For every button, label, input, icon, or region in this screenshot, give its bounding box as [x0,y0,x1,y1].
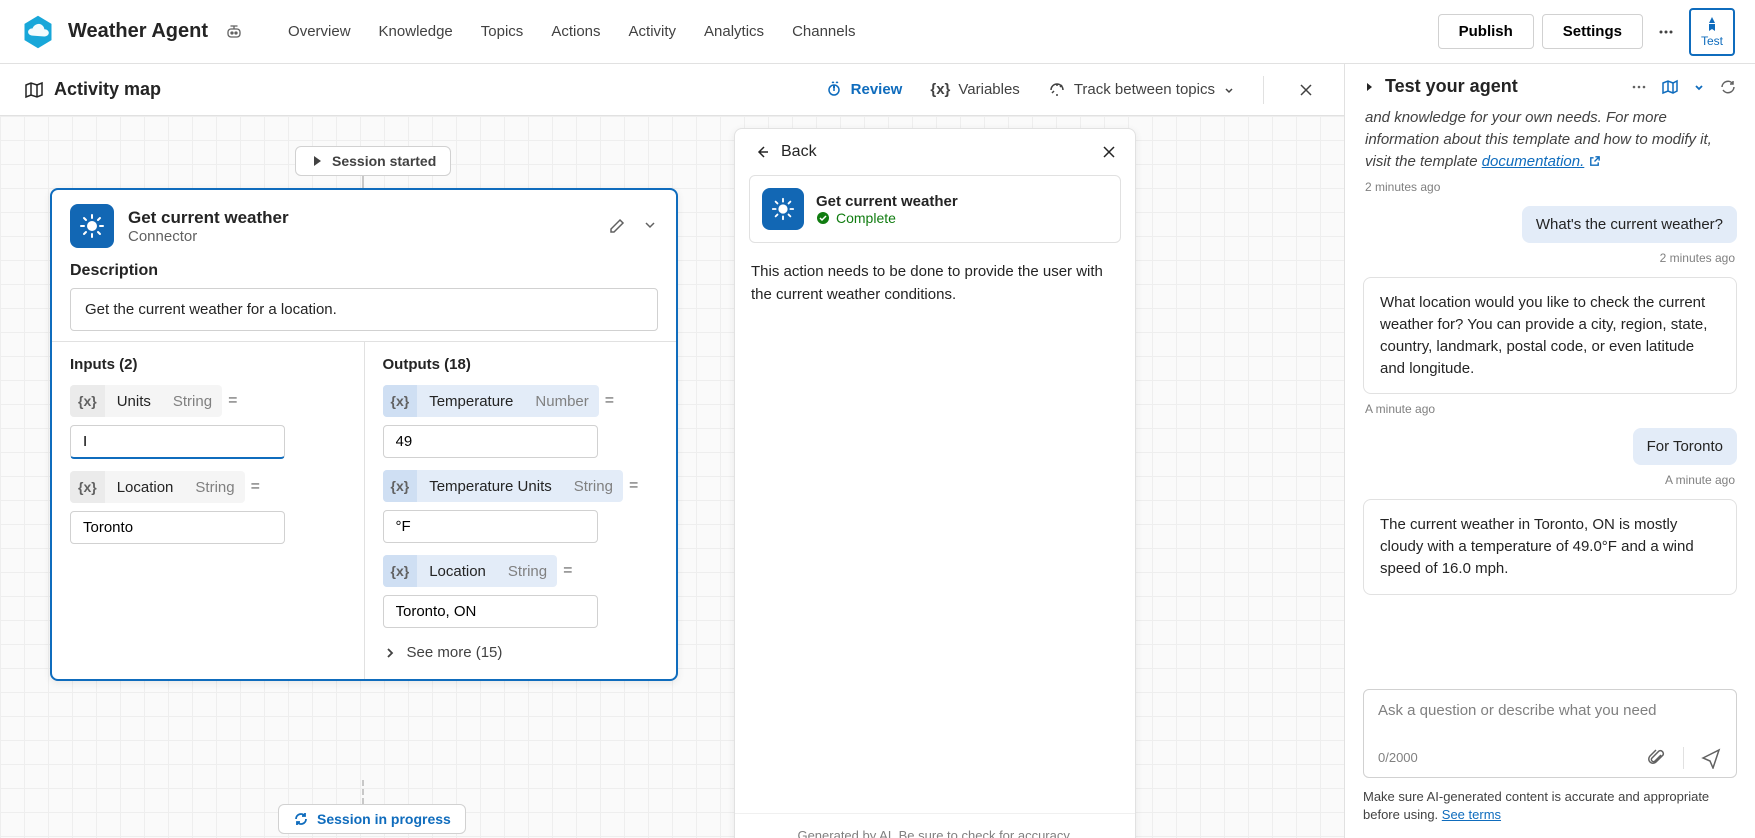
output-value-location[interactable] [383,595,598,628]
description-label: Description [70,262,658,280]
canvas-toolbar: Activity map Review {x} Variables Track … [0,64,1344,116]
test-button[interactable]: Test [1689,8,1735,56]
publish-button[interactable]: Publish [1438,14,1534,49]
attach-icon[interactable] [1647,748,1667,768]
bot-message: What location would you like to check th… [1363,277,1737,394]
refresh-icon [293,811,309,827]
nav-tab-knowledge[interactable]: Knowledge [379,19,453,44]
detail-panel: Back Get current weather Complete [734,128,1136,838]
input-var-location[interactable]: {x} Location String [70,471,245,503]
refresh-icon[interactable] [1719,78,1737,96]
input-value-location[interactable] [70,511,285,544]
review-button[interactable]: Review [825,81,903,99]
canvas-area: Activity map Review {x} Variables Track … [0,64,1345,838]
node-header: Get current weather Connector [52,190,676,262]
inputs-label: Inputs (2) [70,356,346,373]
chat-body[interactable]: and knowledge for your own needs. For mo… [1345,107,1755,675]
disclaimer: Make sure AI-generated content is accura… [1345,788,1755,838]
ai-disclaimer: Generated by AI. Be sure to check for ac… [735,813,1135,838]
detail-status: Complete [816,210,958,226]
outputs-column: Outputs (18) {x} Temperature Number = [365,342,677,679]
outputs-label: Outputs (18) [383,356,659,373]
edit-icon[interactable] [608,217,626,235]
user-message: For Toronto [1633,428,1737,465]
external-link-icon [1588,155,1601,168]
test-button-label: Test [1701,34,1723,48]
session-progress-pill: Session in progress [278,804,466,834]
see-more-button[interactable]: See more (15) [383,640,659,665]
documentation-link[interactable]: documentation. [1482,153,1585,170]
nav-tabs: Overview Knowledge Topics Actions Activi… [288,19,855,44]
more-button[interactable] [1651,17,1681,47]
input-value-units[interactable] [70,425,285,459]
close-detail-button[interactable] [1101,144,1117,160]
nav-tab-overview[interactable]: Overview [288,19,351,44]
activity-map-title: Activity map [24,79,161,100]
detail-card: Get current weather Complete [749,175,1121,243]
node-title: Get current weather [128,208,289,228]
output-value-temperature[interactable] [383,425,598,458]
bot-intro: and knowledge for your own needs. For mo… [1363,107,1737,172]
chevron-down-icon[interactable] [642,217,658,235]
weather-icon [70,204,114,248]
bot-icon[interactable] [224,22,244,42]
see-terms-link[interactable]: See terms [1442,807,1501,822]
settings-button[interactable]: Settings [1542,14,1643,49]
detail-title: Get current weather [816,193,958,210]
output-var-temp-units[interactable]: {x} Temperature Units String [383,470,623,502]
composer-input[interactable] [1378,702,1722,726]
nav-tab-actions[interactable]: Actions [551,19,600,44]
nav-tab-analytics[interactable]: Analytics [704,19,764,44]
output-var-temperature[interactable]: {x} Temperature Number [383,385,599,417]
caret-right-icon[interactable] [1363,81,1375,93]
top-bar: Weather Agent Overview Knowledge Topics … [0,0,1755,64]
send-icon[interactable] [1700,747,1722,769]
app-title: Weather Agent [68,20,208,43]
variables-button[interactable]: {x} Variables [930,81,1019,98]
play-icon [310,154,324,168]
check-circle-icon [816,211,830,225]
output-value-temp-units[interactable] [383,510,598,543]
app-logo [20,14,56,50]
bot-message: The current weather in Toronto, ON is mo… [1363,499,1737,594]
chevron-down-icon[interactable] [1693,81,1705,93]
inputs-column: Inputs (2) {x} Units String = [52,342,365,679]
composer: 0/2000 [1363,689,1737,778]
detail-description: This action needs to be done to provide … [735,243,1135,324]
track-topics-button[interactable]: Track between topics [1048,81,1235,99]
node-subtitle: Connector [128,228,289,245]
timestamp: 2 minutes ago [1363,178,1737,200]
test-pane: Test your agent and knowledge for your o… [1345,64,1755,838]
weather-icon [762,188,804,230]
chevron-right-icon [383,646,397,660]
input-var-units[interactable]: {x} Units String [70,385,222,417]
timestamp: 2 minutes ago [1658,249,1737,271]
arrow-left-icon [753,143,771,161]
connector-node-card[interactable]: Get current weather Connector Descriptio… [50,188,678,681]
more-icon[interactable] [1631,79,1647,95]
nav-tab-topics[interactable]: Topics [481,19,524,44]
timestamp: A minute ago [1663,471,1737,493]
chevron-down-icon [1223,84,1235,96]
nav-tab-channels[interactable]: Channels [792,19,855,44]
map-icon [24,80,44,100]
nav-tab-activity[interactable]: Activity [629,19,677,44]
close-canvas-button[interactable] [1292,76,1320,104]
map-icon[interactable] [1661,78,1679,96]
description-text: Get the current weather for a location. [70,288,658,331]
session-started-pill: Session started [295,146,451,176]
user-message: What's the current weather? [1522,206,1737,243]
char-count: 0/2000 [1378,750,1418,765]
test-pane-title: Test your agent [1385,76,1518,97]
canvas-body[interactable]: Session started Get current weather Conn… [0,116,1344,838]
back-button[interactable]: Back [753,143,817,161]
output-var-location[interactable]: {x} Location String [383,555,558,587]
timestamp: A minute ago [1363,400,1737,422]
